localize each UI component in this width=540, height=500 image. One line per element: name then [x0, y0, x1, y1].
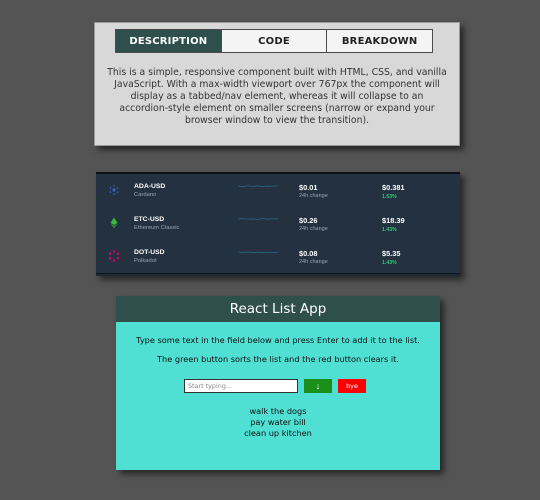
price-change-label: 24h change [299, 226, 328, 232]
sparkline-chart [238, 185, 278, 187]
tab-description-text: This is a simple, responsive component b… [107, 67, 447, 126]
pair-symbol: ETC-USD [134, 216, 165, 223]
list-item: clean up kitchen [244, 428, 312, 438]
sparkline-chart [238, 251, 278, 254]
pair-symbol: ADA-USD [134, 183, 166, 190]
percent-change: 1.43% [382, 260, 397, 266]
todo-list: walk the dogs pay water bill clean up ki… [116, 406, 440, 439]
percent-change: 1.43% [382, 227, 397, 233]
tab-bar: DESCRIPTION CODE BREAKDOWN [115, 29, 433, 53]
sparkline-chart [238, 218, 278, 220]
sort-button[interactable]: ↓ [304, 379, 332, 393]
ticker-row-etc[interactable]: ETC-USD Ethereum Classic $0.26 24h chang… [96, 207, 460, 241]
coin-name: Polkadot [134, 258, 157, 264]
ethereum-classic-icon [110, 217, 118, 229]
instruction-text-buttons: The green button sorts the list and the … [157, 354, 399, 364]
tab-code[interactable]: CODE [221, 30, 328, 52]
instruction-text: Type some text in the field below and pr… [136, 335, 420, 345]
tabs-card: DESCRIPTION CODE BREAKDOWN This is a sim… [94, 22, 460, 146]
ticker-row-dot[interactable]: DOT-USD Polkadot $0.08 24h change $5.35 … [96, 240, 460, 274]
price-change-label: 24h change [299, 259, 328, 265]
polkadot-icon [108, 250, 120, 262]
current-price: $0.381 [382, 183, 405, 192]
item-text-input[interactable] [184, 379, 298, 393]
app-title: React List App [116, 296, 440, 322]
tab-breakdown[interactable]: BREAKDOWN [327, 30, 433, 52]
react-list-app: React List App Type some text in the fie… [116, 296, 440, 470]
crypto-ticker: ADA-USD Cardano $0.01 24h change $0.381 … [96, 172, 460, 276]
cardano-icon [109, 185, 119, 195]
current-price: $18.39 [382, 216, 405, 225]
coin-name: Cardano [134, 192, 157, 198]
pair-symbol: DOT-USD [134, 249, 165, 256]
price-change-label: 24h change [299, 193, 328, 199]
current-price: $5.35 [382, 249, 401, 258]
list-item: pay water bill [250, 417, 306, 427]
price-change: $0.01 [299, 183, 318, 192]
list-controls: ↓ bye [184, 378, 366, 394]
clear-button[interactable]: bye [338, 379, 366, 393]
price-change: $0.26 [299, 216, 318, 225]
tab-description[interactable]: DESCRIPTION [116, 30, 222, 52]
coin-name: Ethereum Classic [134, 225, 180, 231]
percent-change: 1.53% [382, 194, 397, 200]
ticker-row-ada[interactable]: ADA-USD Cardano $0.01 24h change $0.381 … [96, 174, 460, 208]
price-change: $0.08 [299, 249, 318, 258]
list-item: walk the dogs [249, 406, 307, 416]
